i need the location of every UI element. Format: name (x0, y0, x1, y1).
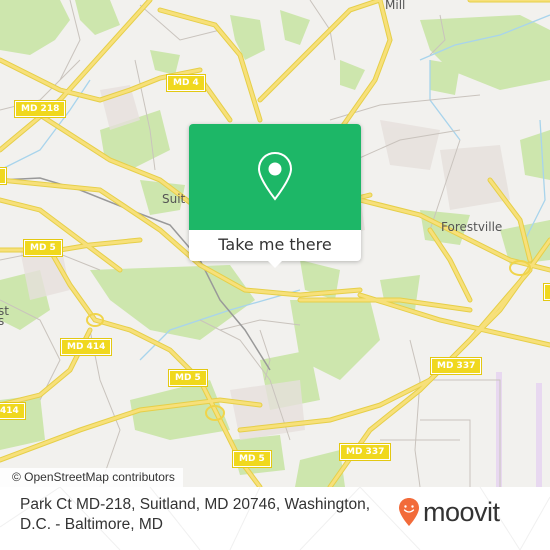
route-shield-partial (543, 283, 550, 301)
place-label-walker-mill: Mill (385, 0, 406, 12)
route-shield-md-337: MD 337 (429, 357, 483, 375)
airfield (496, 372, 542, 487)
map[interactable]: Mill Suit Forestville st s MD 218 MD 4 M… (0, 0, 550, 487)
route-shield-md-414: MD 414 (59, 338, 113, 356)
moovit-logo[interactable]: moovit (398, 497, 500, 527)
route-shield-md-337: MD 337 (338, 443, 392, 461)
route-shield-md-5: MD 5 (232, 450, 272, 468)
route-shield-md-414: 414 (0, 402, 26, 420)
destination-address: Park Ct MD-218, Suitland, MD 20746, Wash… (20, 495, 390, 535)
popup-pointer (267, 260, 283, 268)
route-shield-partial (0, 167, 7, 185)
popup-header (189, 124, 361, 230)
place-label-district-heights: st s (0, 304, 9, 328)
map-attribution[interactable]: © OpenStreetMap contributors (0, 468, 183, 487)
place-label-suitland: Suit (162, 192, 186, 206)
location-pin-icon (257, 151, 293, 201)
address-line-2: D.C. - Baltimore, MD (20, 516, 163, 533)
destination-popup: Take me there (189, 124, 361, 268)
footer: Park Ct MD-218, Suitland, MD 20746, Wash… (0, 487, 550, 550)
place-label-forestville: Forestville (441, 220, 503, 234)
moovit-pin-icon (399, 498, 419, 526)
moovit-wordmark: moovit (423, 497, 500, 527)
route-shield-md-4: MD 4 (166, 74, 206, 92)
take-me-there-button[interactable]: Take me there (189, 230, 361, 261)
route-shield-md-218: MD 218 (13, 100, 67, 118)
address-line-1: Park Ct MD-218, Suitland, MD 20746, Wash… (20, 496, 371, 513)
route-shield-md-5: MD 5 (168, 369, 208, 387)
route-shield-md-5: MD 5 (23, 239, 63, 257)
